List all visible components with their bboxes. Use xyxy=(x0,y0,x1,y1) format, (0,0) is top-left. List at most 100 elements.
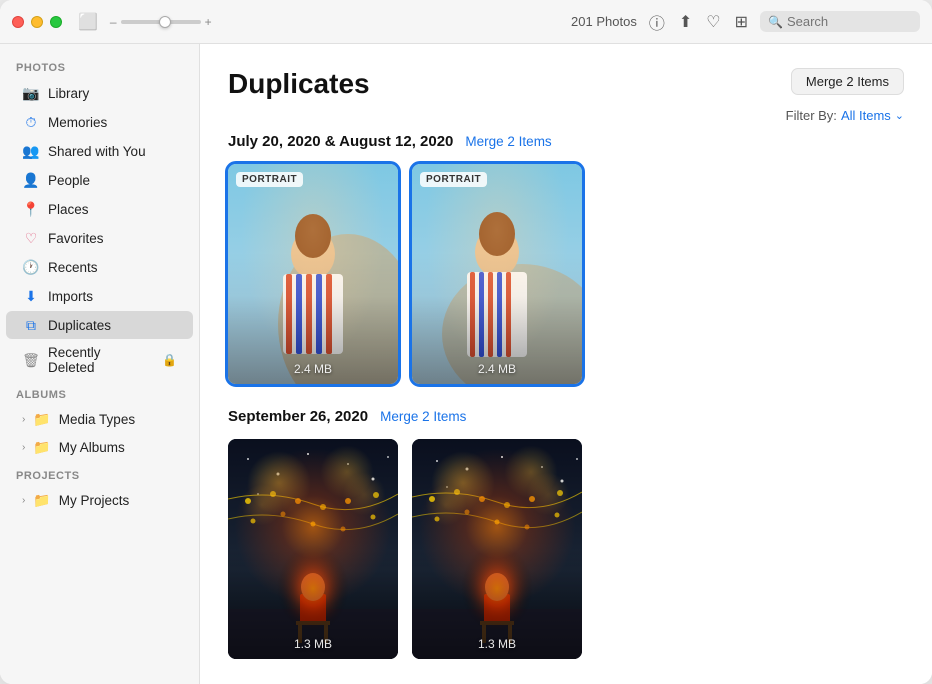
sidebar-item-label: Media Types xyxy=(59,412,135,427)
sidebar-item-label: Shared with You xyxy=(48,144,146,159)
titlebar: ⬜ – + 201 Photos ⓘ ⬆ ♡ ⊞ 🔍 xyxy=(0,0,932,44)
photo-card-1-2[interactable]: PORTRAIT 2.4 MB xyxy=(412,164,582,384)
folder-icon: 📁 xyxy=(33,411,50,428)
content-area: Duplicates Merge 2 Items Filter By: All … xyxy=(200,44,932,684)
imports-icon: ⬇ xyxy=(22,287,40,305)
section-date-2: September 26, 2020 xyxy=(228,408,368,425)
page-header: Duplicates Merge 2 Items xyxy=(228,68,904,100)
photo-size-2-2: 1.3 MB xyxy=(412,637,582,651)
memories-icon: ⏱ xyxy=(22,113,40,131)
sidebar-item-my-projects[interactable]: › 📁 My Projects xyxy=(6,487,193,514)
photo-artwork-1 xyxy=(228,164,398,384)
photos-row-2: 1.3 MB xyxy=(228,439,904,659)
photo-group-2: September 26, 2020 Merge 2 Items xyxy=(228,408,904,659)
places-icon: 📍 xyxy=(22,200,40,218)
search-input[interactable] xyxy=(787,14,912,29)
sidebar-item-label: Recently Deleted xyxy=(48,345,150,375)
sidebar-item-label: My Albums xyxy=(59,440,125,455)
filter-chevron-icon[interactable]: ⌄ xyxy=(895,109,904,122)
chevron-right-icon: › xyxy=(22,442,25,453)
photo-artwork-3 xyxy=(228,439,398,659)
photo-badge-1-1: PORTRAIT xyxy=(236,172,303,187)
sidebar-item-label: Imports xyxy=(48,289,93,304)
photo-size-2-1: 1.3 MB xyxy=(228,637,398,651)
sidebar-item-label: My Projects xyxy=(59,493,130,508)
heart-icon[interactable]: ♡ xyxy=(706,12,720,32)
lock-icon: 🔒 xyxy=(162,353,177,367)
sidebar-item-label: Favorites xyxy=(48,231,104,246)
sidebar-item-label: Duplicates xyxy=(48,318,111,333)
slider-track[interactable] xyxy=(121,20,201,24)
photo-badge-1-2: PORTRAIT xyxy=(420,172,487,187)
merge-link-1[interactable]: Merge 2 Items xyxy=(465,134,551,149)
filter-label: Filter By: xyxy=(786,108,837,123)
toolbar-actions: ⓘ ⬆ ♡ ⊞ xyxy=(649,10,748,34)
photo-artwork-4 xyxy=(412,439,582,659)
sidebar-item-memories[interactable]: ⏱ Memories xyxy=(6,108,193,136)
info-icon[interactable]: ⓘ xyxy=(649,10,665,34)
duplicates-icon: ⧉ xyxy=(22,316,40,334)
sidebar-item-label: Places xyxy=(48,202,89,217)
recents-icon: 🕐 xyxy=(22,258,40,276)
toolbar-left: ⬜ – + xyxy=(78,12,212,32)
close-button[interactable] xyxy=(12,16,24,28)
chevron-right-icon: › xyxy=(22,414,25,425)
photo-card-1-1[interactable]: PORTRAIT 2.4 MB xyxy=(228,164,398,384)
sidebar-item-media-types[interactable]: › 📁 Media Types xyxy=(6,406,193,433)
merge-link-2[interactable]: Merge 2 Items xyxy=(380,409,466,424)
favorites-icon: ♡ xyxy=(22,229,40,247)
photo-size-1-1: 2.4 MB xyxy=(228,362,398,376)
search-box[interactable]: 🔍 xyxy=(760,11,920,32)
night-photo-2 xyxy=(412,439,582,659)
shared-icon: 👥 xyxy=(22,142,40,160)
sidebar-item-places[interactable]: 📍 Places xyxy=(6,195,193,223)
page-title: Duplicates xyxy=(228,68,370,100)
main-window: ⬜ – + 201 Photos ⓘ ⬆ ♡ ⊞ 🔍 xyxy=(0,0,932,684)
sidebar-item-library[interactable]: 📷 Library xyxy=(6,79,193,107)
folder-icon: 📁 xyxy=(33,492,50,509)
slider-thumb[interactable] xyxy=(159,16,171,28)
sidebar-item-people[interactable]: 👤 People xyxy=(6,166,193,194)
sidebar-item-shared-with-you[interactable]: 👥 Shared with You xyxy=(6,137,193,165)
sidebar-item-duplicates[interactable]: ⧉ Duplicates xyxy=(6,311,193,339)
albums-section-label: Albums xyxy=(0,381,199,405)
library-icon: 📷 xyxy=(22,84,40,102)
sidebar: Photos 📷 Library ⏱ Memories 👥 Shared wit… xyxy=(0,44,200,684)
people-icon: 👤 xyxy=(22,171,40,189)
photo-card-2-1[interactable]: 1.3 MB xyxy=(228,439,398,659)
sidebar-item-label: Library xyxy=(48,86,89,101)
filter-value[interactable]: All Items xyxy=(841,108,891,123)
zoom-plus[interactable]: + xyxy=(205,15,212,29)
sidebar-item-recently-deleted[interactable]: 🗑 Recently Deleted 🔒 xyxy=(6,340,193,380)
section-date-1: July 20, 2020 & August 12, 2020 xyxy=(228,133,453,150)
photo-card-2-2[interactable]: 1.3 MB xyxy=(412,439,582,659)
chevron-right-icon: › xyxy=(22,495,25,506)
sidebar-item-my-albums[interactable]: › 📁 My Albums xyxy=(6,434,193,461)
photos-row-1: PORTRAIT 2.4 MB xyxy=(228,164,904,384)
minimize-button[interactable] xyxy=(31,16,43,28)
section-row-2: September 26, 2020 Merge 2 Items xyxy=(228,408,904,425)
photo-count: 201 Photos xyxy=(571,14,637,29)
layout-icon[interactable]: ⊞ xyxy=(735,12,748,32)
section-row-1: July 20, 2020 & August 12, 2020 Merge 2 … xyxy=(228,133,904,150)
sidebar-item-recents[interactable]: 🕐 Recents xyxy=(6,253,193,281)
night-photo-1 xyxy=(228,439,398,659)
sidebar-item-label: Recents xyxy=(48,260,98,275)
zoom-slider[interactable]: – + xyxy=(110,15,212,29)
photos-section-label: Photos xyxy=(0,54,199,78)
merge-button-top[interactable]: Merge 2 Items xyxy=(791,68,904,95)
trash-icon: 🗑 xyxy=(22,351,40,369)
photo-artwork-2 xyxy=(412,164,582,384)
maximize-button[interactable] xyxy=(50,16,62,28)
photo-group-1: July 20, 2020 & August 12, 2020 Merge 2 … xyxy=(228,133,904,384)
share-icon[interactable]: ⬆ xyxy=(679,12,692,32)
zoom-minus[interactable]: – xyxy=(110,15,117,29)
main-layout: Photos 📷 Library ⏱ Memories 👥 Shared wit… xyxy=(0,44,932,684)
slideshow-icon[interactable]: ⬜ xyxy=(78,12,98,32)
sidebar-item-imports[interactable]: ⬇ Imports xyxy=(6,282,193,310)
portrait-photo-1 xyxy=(228,164,398,384)
sidebar-item-favorites[interactable]: ♡ Favorites xyxy=(6,224,193,252)
photo-size-1-2: 2.4 MB xyxy=(412,362,582,376)
sidebar-item-label: Memories xyxy=(48,115,107,130)
toolbar-right: 201 Photos ⓘ ⬆ ♡ ⊞ 🔍 xyxy=(571,10,920,34)
